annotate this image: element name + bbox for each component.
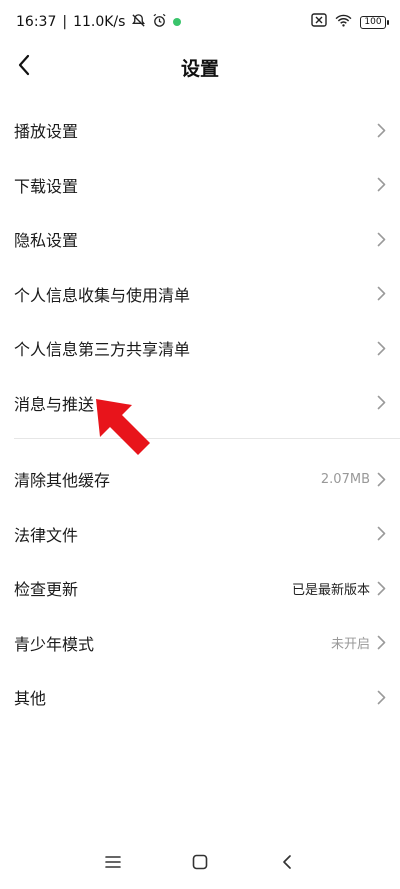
chevron-right-icon [376, 177, 386, 193]
settings-item-label: 个人信息第三方共享清单 [14, 340, 191, 360]
settings-item-legal[interactable]: 法律文件 [0, 507, 400, 562]
chevron-right-icon [376, 580, 386, 596]
settings-item-label: 其他 [14, 689, 47, 709]
settings-item-personal-info-collection[interactable]: 个人信息收集与使用清单 [0, 267, 400, 322]
group-divider [14, 438, 400, 439]
settings-item-label: 法律文件 [14, 525, 79, 545]
settings-item-messages-push[interactable]: 消息与推送 [0, 376, 400, 431]
system-nav-bar [0, 838, 400, 889]
settings-item-privacy[interactable]: 隐私设置 [0, 212, 400, 267]
settings-item-playback[interactable]: 播放设置 [0, 103, 400, 158]
page-header: 设置 [0, 44, 400, 90]
status-separator: | [62, 14, 68, 30]
settings-group-1: 播放设置 下载设置 隐私设置 个人信息收集与使用清单 个人信息第三方共享清单 消… [0, 103, 400, 430]
settings-item-right: 已是最新版本 [292, 579, 386, 598]
settings-item-right: 2.07MB [321, 471, 386, 487]
page-title: 设置 [180, 57, 219, 80]
settings-item-teen-mode[interactable]: 青少年模式 未开启 [0, 616, 400, 671]
chevron-right-icon [376, 526, 386, 542]
wifi-icon [335, 14, 352, 31]
back-triangle-icon [281, 854, 293, 874]
status-right: 100 [311, 13, 389, 31]
menu-button[interactable] [98, 849, 128, 879]
chevron-right-icon [376, 340, 386, 356]
settings-item-label: 清除其他缓存 [14, 471, 111, 491]
alarm-icon [152, 13, 167, 32]
chevron-right-icon [376, 231, 386, 247]
mute-bell-icon [131, 13, 146, 32]
chevron-right-icon [376, 471, 386, 487]
chevron-right-icon [376, 395, 386, 411]
battery-icon: 100 [360, 15, 389, 29]
status-time: 16:37 [16, 14, 57, 30]
update-status-value: 已是最新版本 [291, 582, 370, 598]
settings-item-label: 检查更新 [14, 580, 79, 600]
settings-item-label: 隐私设置 [14, 231, 79, 251]
back-button[interactable] [8, 50, 40, 84]
settings-item-third-party-sharing[interactable]: 个人信息第三方共享清单 [0, 321, 400, 376]
settings-item-check-update[interactable]: 检查更新 已是最新版本 [0, 561, 400, 616]
settings-item-right: 未开启 [331, 633, 386, 652]
settings-group-2: 清除其他缓存 2.07MB 法律文件 检查更新 已是最新版本 青少年模式 未开启… [0, 452, 400, 725]
settings-item-label: 消息与推送 [14, 394, 95, 414]
red-arrow-icon [92, 393, 154, 459]
chevron-right-icon [376, 635, 386, 651]
settings-item-label: 个人信息收集与使用清单 [14, 285, 191, 305]
chevron-right-icon [376, 122, 386, 138]
settings-item-other[interactable]: 其他 [0, 670, 400, 725]
nav-back-button[interactable] [272, 849, 302, 879]
settings-item-download[interactable]: 下载设置 [0, 158, 400, 213]
chevron-left-icon [17, 54, 31, 80]
notification-dot-icon [173, 18, 182, 26]
sim-disabled-icon [311, 13, 327, 31]
settings-item-label: 青少年模式 [14, 634, 95, 654]
chevron-right-icon [376, 689, 386, 705]
menu-icon [105, 854, 122, 873]
cache-size-value: 2.07MB [320, 471, 370, 487]
settings-item-label: 下载设置 [14, 176, 79, 196]
home-button[interactable] [185, 849, 215, 879]
chevron-right-icon [376, 286, 386, 302]
status-net-speed: 11.0K/s [73, 14, 126, 30]
teen-mode-status-value: 未开启 [330, 637, 370, 653]
settings-item-label: 播放设置 [14, 122, 79, 142]
status-bar: 16:37 | 11.0K/s 100 [0, 0, 400, 44]
status-left: 16:37 | 11.0K/s [16, 13, 182, 32]
home-square-icon [192, 854, 208, 874]
settings-item-clear-cache[interactable]: 清除其他缓存 2.07MB [0, 452, 400, 507]
